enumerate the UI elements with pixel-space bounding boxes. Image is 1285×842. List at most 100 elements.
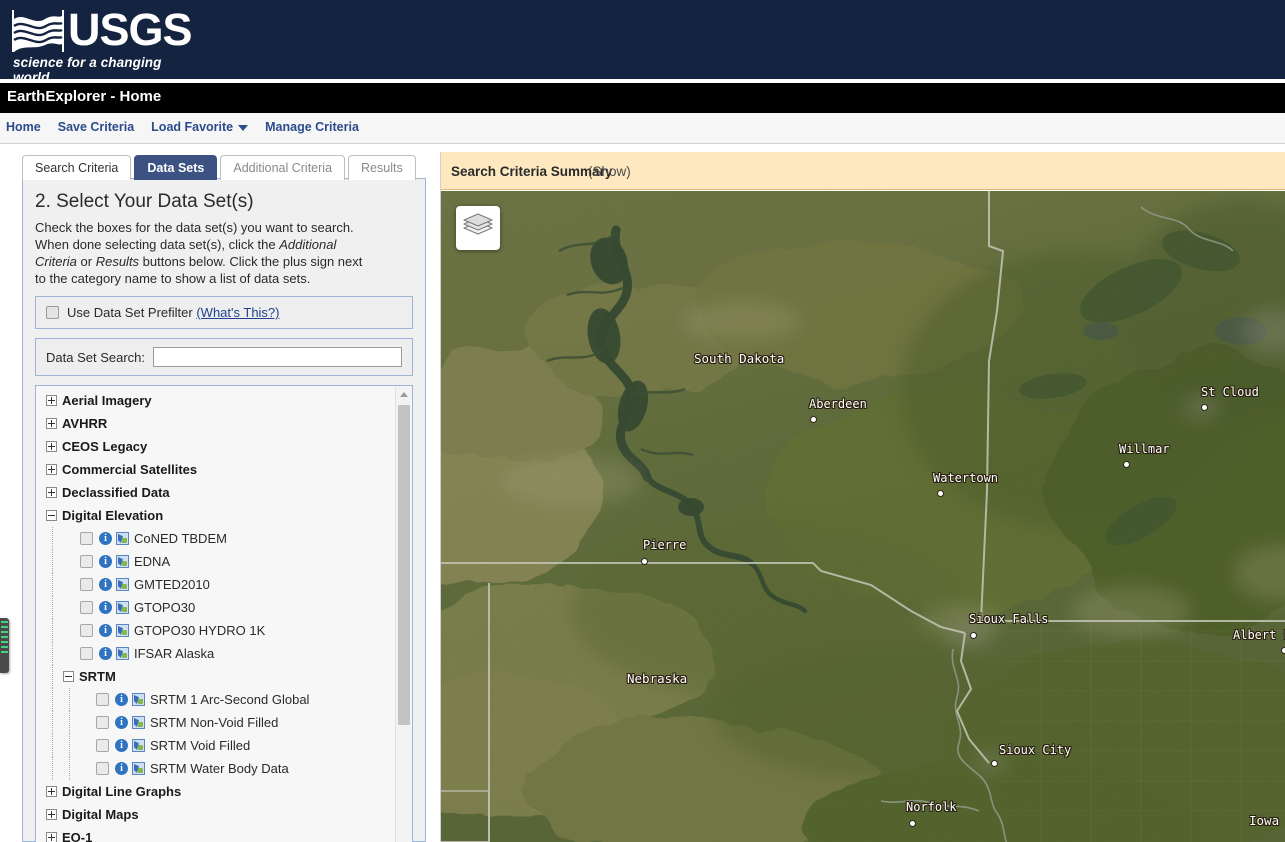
tree-category-aerial-imagery[interactable]: Aerial Imagery [36,389,412,412]
plus-icon[interactable] [46,441,57,452]
scroll-up-arrow-icon[interactable] [400,392,408,397]
info-icon[interactable]: i [115,716,128,729]
dataset-checkbox[interactable] [80,532,93,545]
dataset-checkbox[interactable] [96,693,109,706]
plus-icon[interactable] [46,786,57,797]
tree-scrollbar-thumb[interactable] [398,405,410,725]
tree-category-ceos-legacy[interactable]: CEOS Legacy [36,435,412,458]
info-icon[interactable]: i [99,647,112,660]
layers-stack-icon [463,213,493,235]
data-set-search-input[interactable] [153,347,402,367]
tree-category-label: EO-1 [62,830,93,842]
plus-icon[interactable] [46,395,57,406]
dataset-checkbox[interactable] [80,647,93,660]
footprint-icon[interactable] [132,716,145,729]
nav-item-save-criteria[interactable]: Save Criteria [58,120,134,134]
tree-category-digital-line-graphs[interactable]: Digital Line Graphs [36,780,412,803]
dataset-label: GTOPO30 [134,600,196,615]
tree-item-srtm-water-body-data[interactable]: i SRTM Water Body Data [36,757,412,780]
minus-icon[interactable] [63,671,74,682]
tab-data-sets[interactable]: Data Sets [134,155,218,180]
nav-item-load-favorite[interactable]: Load Favorite [151,120,249,134]
tree-item-coned-tbdem[interactable]: i CoNED TBDEM [36,527,412,550]
handle-grip-line [1,636,8,638]
layers-button[interactable] [456,206,500,250]
footprint-icon[interactable] [116,647,129,660]
footprint-icon[interactable] [116,555,129,568]
handle-grip-line [1,621,8,623]
app-title-bar: EarthExplorer - Home [0,83,1285,113]
footprint-icon[interactable] [116,601,129,614]
tree-item-ifsar-alaska[interactable]: i IFSAR Alaska [36,642,412,665]
minus-icon[interactable] [46,510,57,521]
usgs-logo[interactable]: USGS science for a changing world [12,6,193,85]
dataset-checkbox[interactable] [80,624,93,637]
info-icon[interactable]: i [115,739,128,752]
info-icon[interactable]: i [99,532,112,545]
handle-grip-line [1,631,8,633]
info-icon[interactable]: i [99,624,112,637]
footprint-icon[interactable] [132,739,145,752]
tree-category-digital-maps[interactable]: Digital Maps [36,803,412,826]
plus-icon[interactable] [46,464,57,475]
tab-search-criteria[interactable]: Search Criteria [22,155,132,180]
plus-icon[interactable] [46,418,57,429]
earthexplorer-page: USGS science for a changing world EarthE… [0,0,1285,842]
tree-scrollbar[interactable] [395,387,411,842]
plus-icon[interactable] [46,809,57,820]
tab-results[interactable]: Results [348,155,416,180]
dataset-checkbox[interactable] [80,601,93,614]
data-set-search-row: Data Set Search: [46,347,402,367]
tree-item-gtopo30[interactable]: i GTOPO30 [36,596,412,619]
dataset-checkbox[interactable] [96,762,109,775]
panel-collapse-handle[interactable] [0,618,9,673]
footprint-icon[interactable] [116,624,129,637]
tab-additional-criteria[interactable]: Additional Criteria [220,155,346,180]
tree-item-edna[interactable]: i EDNA [36,550,412,573]
tree-guide-line [52,596,53,619]
summary-show-toggle[interactable]: (Show) [588,164,631,179]
tree-item-gtopo30-hydro-1k[interactable]: i GTOPO30 HYDRO 1K [36,619,412,642]
tree-category-label: Commercial Satellites [62,462,198,477]
footprint-icon[interactable] [116,532,129,545]
tree-item-srtm-non-void-filled[interactable]: i SRTM Non-Void Filled [36,711,412,734]
footprint-icon[interactable] [116,578,129,591]
handle-grip-line [1,626,8,628]
tree-category-label: CEOS Legacy [62,439,148,454]
info-icon[interactable]: i [115,693,128,706]
satellite-map[interactable]: South Dakota Nebraska Iowa Aberdeen St C… [441,191,1285,842]
footprint-icon[interactable] [132,762,145,775]
nav-item-home[interactable]: Home [6,120,41,134]
tree-category-eo-1[interactable]: EO-1 [36,826,412,842]
dataset-checkbox[interactable] [96,716,109,729]
info-icon[interactable]: i [99,601,112,614]
tree-item-gmted2010[interactable]: i GMTED2010 [36,573,412,596]
prefilter-whats-this-link[interactable]: (What's This?) [196,305,279,320]
tree-item-srtm-1-arc-second-global[interactable]: i SRTM 1 Arc-Second Global [36,688,412,711]
handle-grip-line [1,651,8,653]
dataset-checkbox[interactable] [96,739,109,752]
footprint-icon[interactable] [132,693,145,706]
plus-icon[interactable] [46,487,57,498]
chevron-down-icon [238,124,249,131]
tree-subcategory-srtm[interactable]: SRTM [36,665,412,688]
usgs-header-band: USGS science for a changing world [0,0,1285,85]
dataset-checkbox[interactable] [80,578,93,591]
prefilter-label: Use Data Set Prefilter [67,305,193,320]
tree-guide-line [52,573,53,596]
tree-category-avhrr[interactable]: AVHRR [36,412,412,435]
info-icon[interactable]: i [115,762,128,775]
nav-item-manage-criteria[interactable]: Manage Criteria [265,120,359,134]
info-icon[interactable]: i [99,578,112,591]
dataset-label: SRTM Water Body Data [150,761,289,776]
tree-item-srtm-void-filled[interactable]: i SRTM Void Filled [36,734,412,757]
info-icon[interactable]: i [99,555,112,568]
tree-category-commercial-satellites[interactable]: Commercial Satellites [36,458,412,481]
tree-category-digital-elevation[interactable]: Digital Elevation [36,504,412,527]
dataset-checkbox[interactable] [80,555,93,568]
tree-category-declassified-data[interactable]: Declassified Data [36,481,412,504]
plus-icon[interactable] [46,832,57,842]
prefilter-checkbox[interactable] [46,306,59,319]
dataset-label: SRTM Void Filled [150,738,251,753]
nav-items: Home Save Criteria Load Favorite Manage … [6,120,376,134]
